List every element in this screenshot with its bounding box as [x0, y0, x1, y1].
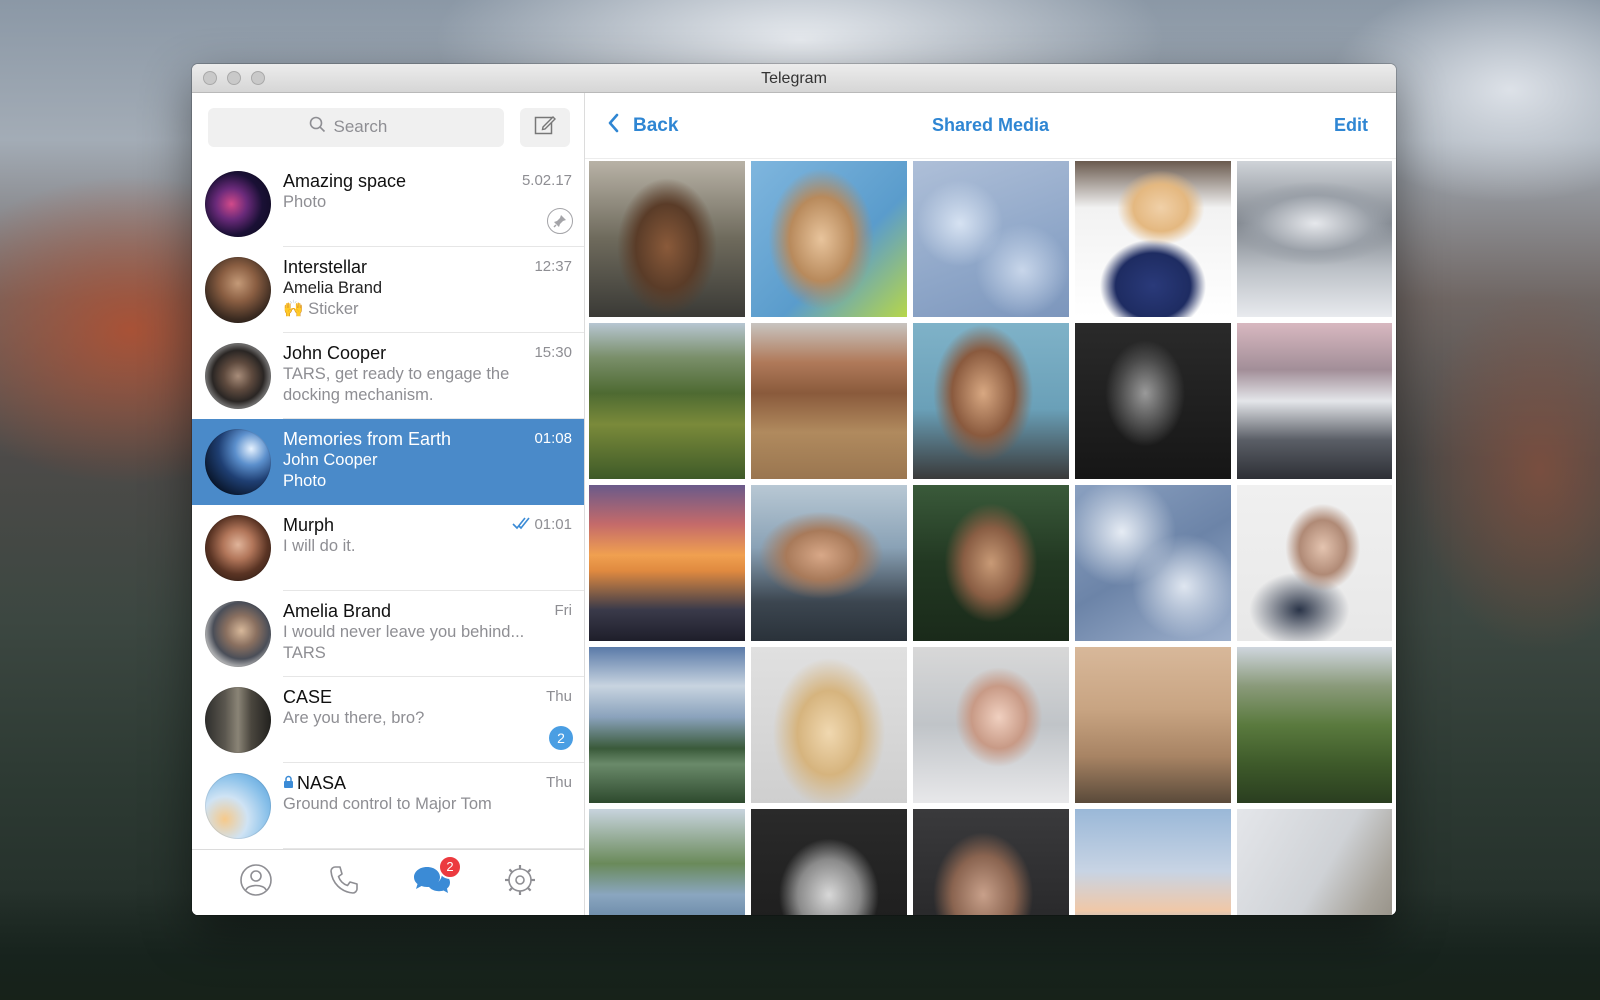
edit-button[interactable]: Edit: [1334, 115, 1368, 136]
chat-sender: Amelia Brand: [283, 279, 383, 297]
chat-preview: I will do it.: [283, 537, 356, 555]
chat-name: CASE: [283, 687, 333, 707]
media-thumbnail[interactable]: [589, 323, 745, 479]
media-thumbnail[interactable]: [1075, 485, 1231, 641]
chat-list: Amazing space Photo 5.02.17 Interstellar…: [192, 161, 584, 849]
phone-icon: [327, 863, 361, 902]
chat-time: Fri: [554, 602, 573, 619]
media-thumbnail[interactable]: [1237, 809, 1392, 915]
media-thumbnail[interactable]: [913, 485, 1069, 641]
avatar: [205, 429, 271, 495]
media-thumbnail[interactable]: [1075, 647, 1231, 803]
chat-time: 01:08: [534, 430, 572, 447]
chat-item-interstellar[interactable]: Interstellar Amelia Brand 🙌 Sticker 12:3…: [192, 247, 584, 333]
chat-item-case[interactable]: CASE Are you there, bro? Thu 2: [192, 677, 584, 763]
chat-time: Thu: [546, 688, 572, 705]
chat-time: 12:37: [534, 258, 572, 275]
media-thumbnail[interactable]: [913, 323, 1069, 479]
search-field[interactable]: [208, 107, 504, 147]
chat-preview: Are you there, bro?: [283, 709, 425, 727]
media-thumbnail[interactable]: [1237, 161, 1392, 317]
chat-item-memories-from-earth[interactable]: Memories from Earth John Cooper Photo 01…: [192, 419, 584, 505]
tab-chats[interactable]: 2: [412, 854, 462, 903]
tab-calls[interactable]: [324, 863, 364, 903]
media-grid: [589, 161, 1392, 915]
media-thumbnail[interactable]: [751, 485, 907, 641]
page-title: Shared Media: [931, 115, 1050, 135]
lock-icon: [283, 772, 294, 794]
avatar: [205, 773, 271, 839]
secret-chat-name: NASA: [297, 773, 347, 793]
pin-icon: [547, 208, 573, 234]
chat-name: Amelia Brand: [283, 601, 392, 621]
chat-preview: I would never leave you behind...: [283, 623, 525, 641]
chat-preview: Photo: [283, 472, 327, 490]
chat-sender: John Cooper: [283, 451, 378, 469]
tab-contacts[interactable]: [236, 863, 276, 903]
chat-preview: Ground control to Major Tom: [283, 795, 492, 813]
chat-item-nasa[interactable]: NASA Ground control to Major Tom Thu: [192, 763, 584, 849]
unread-badge: 2: [549, 726, 573, 750]
chat-item-john-cooper[interactable]: John Cooper TARS, get ready to engage th…: [192, 333, 584, 419]
media-thumbnail[interactable]: [913, 647, 1069, 803]
chat-preview: docking mechanism.: [283, 386, 434, 404]
avatar: [205, 257, 271, 323]
avatar: [205, 343, 271, 409]
avatar: [205, 687, 271, 753]
window-title: Telegram: [761, 70, 827, 87]
media-thumbnail[interactable]: [589, 485, 745, 641]
avatar: [205, 515, 271, 581]
avatar: [205, 171, 271, 237]
chat-time: 01:01: [534, 516, 572, 533]
chat-time: 15:30: [534, 344, 572, 361]
contacts-icon: [239, 863, 273, 902]
media-thumbnail[interactable]: [913, 809, 1069, 915]
search-icon: [309, 116, 326, 138]
chat-item-murph[interactable]: Murph I will do it. 01:01: [192, 505, 584, 591]
telegram-window: Telegram Search Amazing space Photo 5.02…: [192, 64, 1396, 915]
chat-time: 5.02.17: [521, 172, 572, 189]
chat-preview: TARS: [283, 644, 326, 662]
chat-preview: 🙌 Sticker: [283, 300, 359, 318]
shared-media-header: Back Shared Media Edit: [585, 93, 1396, 159]
avatar: [205, 601, 271, 667]
chat-sidebar: Amazing space Photo 5.02.17 Interstellar…: [192, 93, 585, 915]
media-thumbnail[interactable]: [913, 161, 1069, 317]
chat-preview: Photo: [283, 193, 327, 211]
media-thumbnail[interactable]: [751, 323, 907, 479]
media-thumbnail[interactable]: [751, 809, 907, 915]
media-thumbnail[interactable]: [1237, 647, 1392, 803]
chat-item-amazing-space[interactable]: Amazing space Photo 5.02.17: [192, 161, 584, 247]
bottom-tab-bar: 2: [192, 849, 584, 915]
media-thumbnail[interactable]: [1237, 485, 1392, 641]
media-thumbnail[interactable]: [1075, 161, 1231, 317]
chat-item-amelia-brand[interactable]: Amelia Brand I would never leave you beh…: [192, 591, 584, 677]
media-thumbnail[interactable]: [751, 161, 907, 317]
shared-media-panel: Back Shared Media Edit: [585, 93, 1396, 915]
media-thumbnail[interactable]: [1075, 323, 1231, 479]
settings-icon: [503, 863, 537, 902]
chats-unread-badge: 2: [438, 854, 462, 879]
tab-settings[interactable]: [500, 863, 540, 903]
title-bar[interactable]: Telegram: [192, 64, 1396, 93]
search-input[interactable]: [333, 117, 404, 137]
media-thumbnail[interactable]: [589, 161, 745, 317]
media-thumbnail[interactable]: [589, 647, 745, 803]
chat-time: Thu: [546, 774, 572, 791]
chat-preview: TARS, get ready to engage the: [283, 365, 510, 383]
compose-icon: [533, 113, 557, 142]
media-thumbnail[interactable]: [1237, 323, 1392, 479]
media-thumbnail[interactable]: [589, 809, 745, 915]
media-thumbnail[interactable]: [751, 647, 907, 803]
read-checkmarks-icon: [512, 516, 532, 535]
compose-button[interactable]: [520, 107, 570, 147]
chat-name: NASA: [283, 772, 584, 794]
media-thumbnail[interactable]: [1075, 809, 1231, 915]
